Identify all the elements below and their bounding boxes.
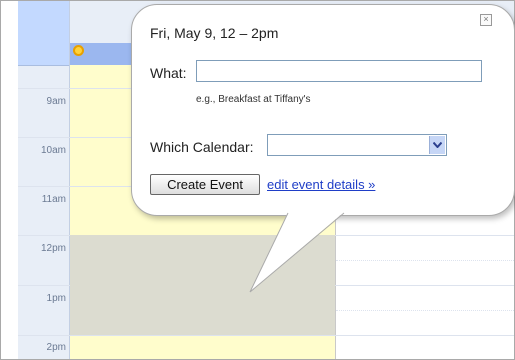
selected-time-range[interactable] [70,235,335,335]
create-event-button[interactable]: Create Event [150,174,260,195]
half-hour-line [336,260,514,261]
sun-icon [73,45,84,56]
hour-label-10am: 10am [40,145,66,156]
what-hint: e.g., Breakfast at Tiffany's [196,94,311,105]
gutter-header [18,1,69,66]
calendar-select[interactable] [267,134,447,156]
half-hour-line [336,310,514,311]
hour-label-1pm: 1pm [46,293,66,304]
what-input[interactable] [196,60,482,82]
hour-label-12pm: 12pm [40,243,66,254]
what-label: What: [150,65,187,81]
which-calendar-label: Which Calendar: [150,139,254,155]
close-icon[interactable]: × [480,14,492,26]
hour-label-2pm: 2pm [46,342,66,353]
hour-line [18,335,514,336]
hour-label-11am: 11am [41,194,66,205]
chevron-down-icon[interactable] [429,136,445,154]
event-time-title: Fri, May 9, 12 – 2pm [150,25,279,41]
edit-event-details-link[interactable]: edit event details » [267,177,375,192]
hour-label-9am: 9am [46,96,66,107]
